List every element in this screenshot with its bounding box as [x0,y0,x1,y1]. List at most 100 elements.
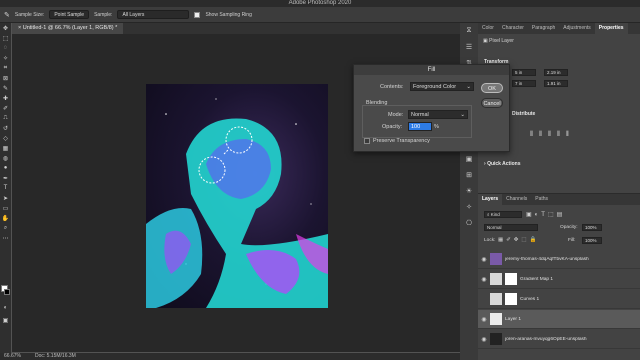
type-tool-icon[interactable]: T [0,183,11,193]
height-field[interactable]: 7 in [512,80,536,87]
kind-label: Kind [490,212,500,217]
tab-layers[interactable]: Layers [478,194,503,205]
tools-panel: ✥ ⬚ ◌ ✧ ⌗ ⊠ ✎ ✚ ✐ ⎍ ↺ ◇ ▦ ◍ ● ✒ T ➤ ▭ ✋ … [0,23,11,353]
document-tabs: × Untitled-1 @ 66.7% (Layer 1, RGB/8) * [12,23,460,34]
lock-icons[interactable]: ▦✐✥⬚🔒 [498,237,539,243]
shape-tool-icon[interactable]: ▭ [0,203,11,213]
fill-field[interactable]: 100% [582,237,602,244]
zoom-level[interactable]: 66.67% [4,353,21,360]
doc-info: Doc: 5.15M/16.3M [34,353,76,359]
artwork-image[interactable] [146,84,328,308]
mode-select[interactable]: Normal ⌄ [408,110,468,119]
tab-paths[interactable]: Paths [531,194,552,205]
preserve-transparency-checkbox[interactable] [364,138,370,144]
path-select-icon[interactable]: ➤ [0,193,11,203]
frame-tool-icon[interactable]: ⊠ [0,73,11,83]
sample-size-label: Sample Size: [14,11,45,18]
quick-select-tool-icon[interactable]: ✧ [0,53,11,63]
opacity-label: Opacity: [560,225,578,230]
blur-tool-icon[interactable]: ◍ [0,153,11,163]
move-tool-icon[interactable]: ✥ [0,23,11,33]
layer-row-selected[interactable]: ◉ Layer 1 [478,310,640,329]
blend-mode-select[interactable]: Normal [484,224,538,231]
libraries-panel-icon[interactable]: ☰ [460,39,478,55]
x-field[interactable]: 2.19 in [544,69,568,76]
layers-tabs: Layers Channels Paths [478,194,640,205]
navigator-panel-icon[interactable]: ▣ [460,151,478,167]
history-brush-icon[interactable]: ↺ [0,123,11,133]
opacity-field[interactable]: 100% [582,224,602,231]
background-color-swatch[interactable] [4,289,10,295]
dodge-tool-icon[interactable]: ● [0,163,11,173]
distribute-heading: Distribute [512,111,536,117]
status-bar: 66.67% Doc: 5.15M/16.3M [0,353,460,360]
pixel-layer-row: ▣ Pixel Layer [483,38,514,44]
tab-color[interactable]: Color [478,23,498,34]
tab-adjustments[interactable]: Adjustments [559,23,595,34]
healing-tool-icon[interactable]: ✚ [0,93,11,103]
opacity-input[interactable]: 100 [408,122,432,131]
sample-select[interactable]: All Layers [117,10,190,19]
tab-properties[interactable]: Properties [594,23,628,34]
visibility-eye-icon[interactable]: ◉ [478,256,490,263]
adjustment-icon [490,293,502,305]
contents-select[interactable]: Foreground Color ⌄ [410,82,474,91]
more-tools-icon[interactable]: ⋯ [0,233,11,243]
show-ring-checkbox[interactable] [194,11,201,18]
eyedropper-icon[interactable]: ✎ [4,11,10,19]
layer-name: Gradient Map 1 [520,276,554,282]
stamp-tool-icon[interactable]: ⎍ [0,113,11,123]
hand-tool-icon[interactable]: ✋ [0,213,11,223]
layer-row[interactable]: ◉ Gradient Map 1 [478,270,640,289]
zoom-tool-icon[interactable]: ⌕ [0,223,11,233]
fill-dialog: Fill Contents: Foreground Color ⌄ Blendi… [353,64,510,152]
eyedropper-tool-icon[interactable]: ✎ [0,83,11,93]
marquee-tool-icon[interactable]: ⬚ [0,33,11,43]
contents-select-value: Foreground Color [413,84,457,90]
screen-mode-icon[interactable]: ▣ [0,315,11,325]
align-buttons[interactable]: ⫴⫴⫴⫴⫴ [530,131,575,139]
visibility-eye-icon[interactable]: ◉ [478,336,490,343]
pixel-layer-label: Pixel Layer [489,38,514,44]
quick-actions-heading: › Quick Actions [480,159,525,169]
app-title: Adobe Photoshop 2020 [288,0,352,6]
ok-button[interactable]: OK [481,83,503,93]
mode-select-value: Normal [411,112,429,118]
sample-size-select[interactable]: Point Sample [49,10,90,19]
layers-panel: Layers Channels Paths ⌕ Kind ▣◐T⬚▤ Norma… [478,193,640,360]
tab-character[interactable]: Character [498,23,528,34]
chevron-down-icon: ⌄ [460,112,465,118]
tab-channels[interactable]: Channels [502,194,531,205]
shapes-panel-icon[interactable]: ✧ [460,199,478,215]
paths-panel-icon[interactable]: ⎔ [460,215,478,231]
artwork-illustration [146,98,328,308]
glyphs-panel-icon[interactable]: ⊞ [460,167,478,183]
cancel-button[interactable]: Cancel [481,98,503,108]
layer-row[interactable]: ◉ joren-aranas-mvuyqg6OpEE-unsplash [478,330,640,349]
eraser-tool-icon[interactable]: ◇ [0,133,11,143]
pen-tool-icon[interactable]: ✒ [0,173,11,183]
y-field[interactable]: 1.91 in [544,80,568,87]
window-titlebar: Adobe Photoshop 2020 [0,0,640,7]
mode-label: Mode: [388,112,404,118]
layer-row[interactable]: ◉ jeremy-thomas-4dqAqfTbvKA-unsplash [478,250,640,269]
quick-mask-icon[interactable]: ◐ [0,303,11,313]
visibility-eye-icon[interactable]: ◉ [478,276,490,283]
lightbulb-icon[interactable]: ☀ [460,183,478,199]
tab-paragraph[interactable]: Paragraph [528,23,559,34]
layer-row[interactable]: Curves 1 [478,290,640,309]
document-tab[interactable]: × Untitled-1 @ 66.7% (Layer 1, RGB/8) * [12,23,124,34]
gradient-tool-icon[interactable]: ▦ [0,143,11,153]
filter-icons[interactable]: ▣◐T⬚▤ [526,211,565,218]
layer-mask-thumbnail [505,293,517,305]
width-field[interactable]: 5 in [512,69,536,76]
history-panel-icon[interactable]: ⧖ [460,23,478,39]
crop-tool-icon[interactable]: ⌗ [0,63,11,73]
brush-tool-icon[interactable]: ✐ [0,103,11,113]
layer-name: joren-aranas-mvuyqg6OpEE-unsplash [505,336,587,342]
visibility-eye-icon[interactable]: ◉ [478,316,490,323]
quick-actions-label: Quick Actions [487,161,521,167]
layer-kind-filter[interactable]: ⌕ Kind [484,211,522,218]
opacity-label: Opacity: [382,124,403,130]
lasso-tool-icon[interactable]: ◌ [0,43,11,53]
